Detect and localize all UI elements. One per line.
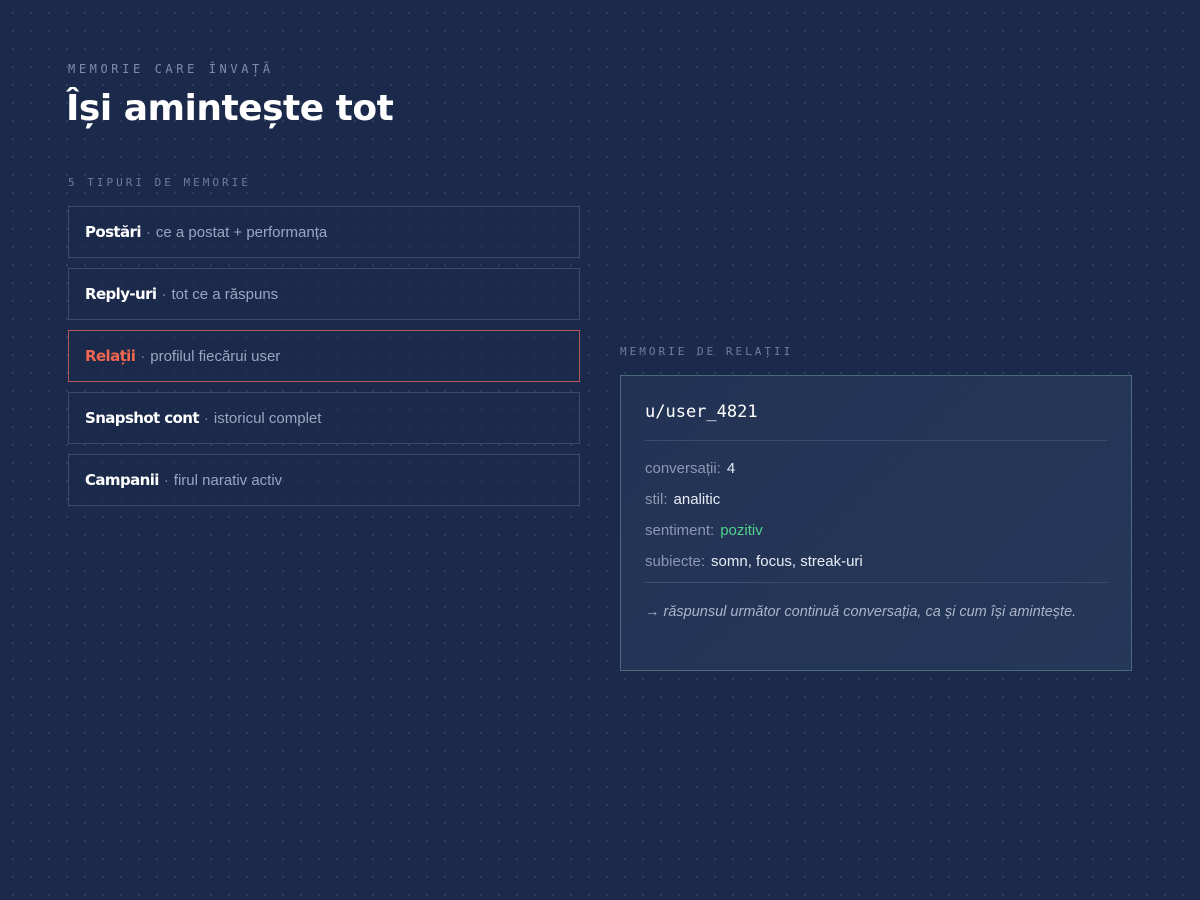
memory-type-campanii[interactable]: Campanii · firul narativ activ [68,454,580,506]
field-label: sentiment [645,522,711,539]
field-value: analitic [673,491,721,508]
memory-type-name: Postări [85,223,141,241]
field-colon: : [663,491,668,508]
memory-type-reply-uri[interactable]: Reply-uri · tot ce a răspuns [68,268,580,320]
field-sentiment: sentiment: pozitiv [645,517,1107,548]
relation-memory-card: u/user_4821 conversații: 4 stil: analitic … [620,375,1132,671]
memory-type-name: Campanii [85,471,159,489]
field-label: conversații [645,460,717,477]
memory-type-relatii[interactable]: Relații · profilul fiecărui user [68,330,580,382]
field-label: subiecte [645,553,701,570]
field-value: 4 [726,460,736,477]
field-colon: : [710,522,715,539]
separator-dot: · [203,409,209,427]
memory-type-name: Relații [85,347,136,365]
memory-type-description: istoricul complet [213,409,322,427]
memory-type-name: Snapshot cont [85,409,200,427]
memory-types-label: 5 TIPURI DE MEMORIE [68,176,251,189]
field-colon: : [716,460,721,477]
memory-types-list: Postări · ce a postat + performanța Reply-… [68,206,580,516]
eyebrow-label: MEMORIE CARE ÎNVAȚĂ [68,62,274,76]
separator-dot: · [145,223,151,241]
card-divider [645,582,1107,583]
relations-memory-label: MEMORIE DE RELAȚII [620,345,794,358]
memory-type-description: ce a postat + performanța [155,223,328,241]
card-fields: conversații: 4 stil: analitic sentiment: po… [645,441,1107,579]
page-title: Își amintește tot [66,88,394,129]
field-value: somn, focus, streak-uri [711,553,863,570]
separator-dot: · [163,471,169,489]
memory-type-description: tot ce a răspuns [171,285,279,303]
field-stil: stil: analitic [645,486,1107,517]
separator-dot: · [161,285,167,303]
field-conversatii: conversații: 4 [645,455,1107,486]
memory-type-description: profilul fiecărui user [150,347,281,365]
memory-type-snapshot-cont[interactable]: Snapshot cont · istoricul complet [68,392,580,444]
memory-type-description: firul narativ activ [173,471,283,489]
sentiment-value: pozitiv [720,522,763,539]
field-label: stil [645,491,664,508]
memory-type-name: Reply-uri [85,285,157,303]
field-subiecte: subiecte: somn, focus, streak-uri [645,548,1107,579]
card-username: u/user_4821 [645,402,758,422]
memory-type-postari[interactable]: Postări · ce a postat + performanța [68,206,580,258]
separator-dot: · [140,347,146,365]
card-note: → răspunsul următor continuă conversația… [645,604,1077,620]
field-colon: : [700,553,706,570]
